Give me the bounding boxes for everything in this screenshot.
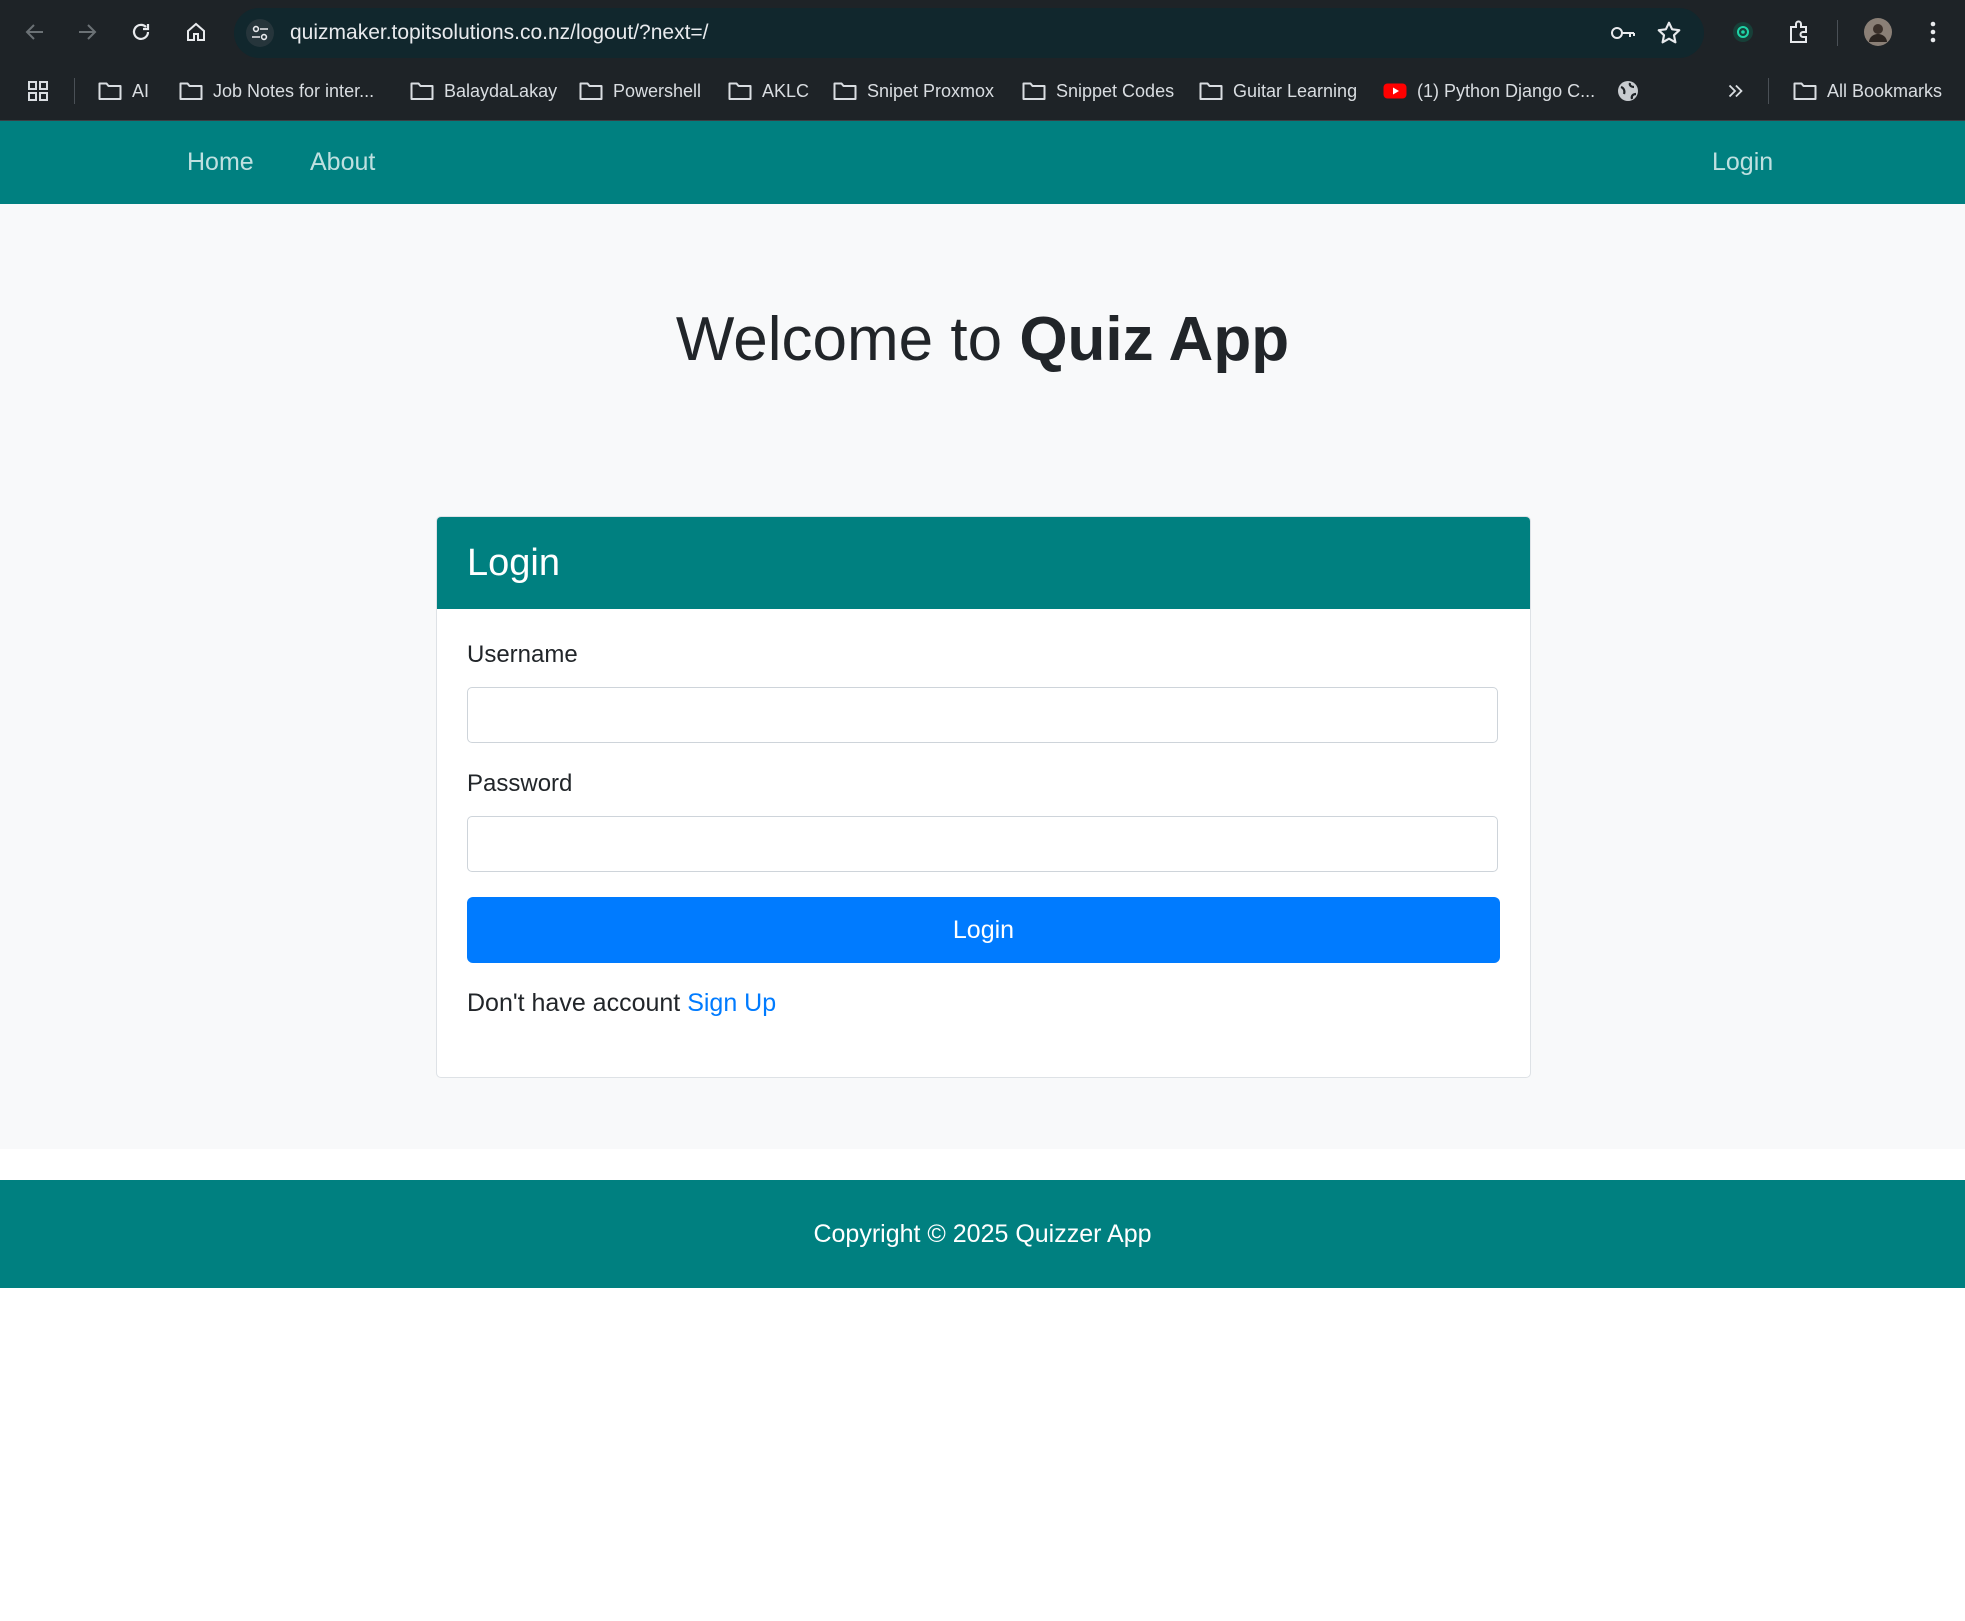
username-label: Username xyxy=(467,641,578,668)
bookmark-balaydalakay[interactable]: BalaydaLakay xyxy=(410,72,557,110)
bookmark-label: Guitar Learning xyxy=(1233,80,1358,101)
bookmarks-bar: AI Job Notes for inter... BalaydaLakay P… xyxy=(0,64,1965,121)
browser-chrome: quizmaker.topitsolutions.co.nz/logout/?n… xyxy=(0,0,1965,121)
extension-icon[interactable] xyxy=(1725,14,1761,50)
folder-icon xyxy=(728,82,752,100)
password-key-icon[interactable] xyxy=(1610,21,1636,45)
welcome-prefix: Welcome to xyxy=(675,305,1020,374)
site-navbar: Home About Login xyxy=(0,121,1965,204)
more-vertical-icon xyxy=(1930,21,1936,43)
login-submit-button[interactable]: Login xyxy=(467,897,1500,963)
home-icon xyxy=(187,22,205,41)
avatar-icon xyxy=(1864,18,1892,46)
folder-icon xyxy=(833,82,857,100)
bookmark-job-notes[interactable]: Job Notes for inter... xyxy=(179,72,374,110)
arrow-right-icon xyxy=(79,24,97,40)
bookmark-star-icon[interactable] xyxy=(1656,20,1682,46)
signup-link[interactable]: Sign Up xyxy=(687,989,776,1017)
browser-menu-button[interactable] xyxy=(1915,14,1951,50)
apps-button[interactable] xyxy=(26,72,60,110)
reload-button[interactable] xyxy=(121,12,161,52)
more-bookmarks-button[interactable] xyxy=(1724,72,1756,110)
chevron-double-right-icon xyxy=(1728,84,1743,98)
folder-icon xyxy=(1022,82,1046,100)
folder-icon xyxy=(579,82,603,100)
bookmark-powershell[interactable]: Powershell xyxy=(579,72,701,110)
nav-about-link[interactable]: About xyxy=(310,121,375,204)
arrow-left-icon xyxy=(25,24,43,40)
login-card-title: Login xyxy=(467,542,560,584)
folder-icon xyxy=(1199,82,1223,100)
browser-toolbar: quizmaker.topitsolutions.co.nz/logout/?n… xyxy=(0,0,1965,64)
extensions-puzzle-icon[interactable] xyxy=(1781,14,1817,50)
site-footer: Copyright © 2025 Quizzer App xyxy=(0,1180,1965,1288)
password-label: Password xyxy=(467,770,573,797)
site-settings-icon[interactable] xyxy=(246,19,274,47)
forward-button[interactable] xyxy=(67,12,107,52)
bookmark-guitar-learning[interactable]: Guitar Learning xyxy=(1199,72,1357,110)
folder-icon xyxy=(98,82,122,100)
bookmark-label: AI xyxy=(132,80,150,101)
bookmark-snipet-proxmox[interactable]: Snipet Proxmox xyxy=(833,72,994,110)
divider xyxy=(74,78,75,104)
username-input[interactable] xyxy=(467,687,1498,743)
signup-prompt-text: Don't have account xyxy=(467,989,688,1017)
bookmark-label: (1) Python Django C... xyxy=(1417,80,1596,101)
folder-icon xyxy=(1793,82,1817,100)
bookmark-snippet-codes[interactable]: Snippet Codes xyxy=(1022,72,1174,110)
apps-grid-icon xyxy=(28,81,48,101)
login-card: Login Username Password Login Don't have… xyxy=(436,516,1531,1078)
login-card-header: Login xyxy=(437,517,1530,609)
footer-copyright: Copyright © 2025 Quizzer App xyxy=(813,1220,1152,1248)
url-text[interactable]: quizmaker.topitsolutions.co.nz/logout/?n… xyxy=(290,8,709,58)
bookmark-label: Snipet Proxmox xyxy=(867,80,995,101)
nav-login-link[interactable]: Login xyxy=(1712,121,1773,204)
divider xyxy=(1837,20,1838,46)
nav-home-link[interactable]: Home xyxy=(187,121,254,204)
address-bar[interactable]: quizmaker.topitsolutions.co.nz/logout/?n… xyxy=(234,8,1704,58)
bookmark-label: Snippet Codes xyxy=(1056,80,1175,101)
welcome-heading: Welcome to Quiz App xyxy=(0,304,1965,375)
bookmark-ai[interactable]: AI xyxy=(98,72,149,110)
bookmark-label: Job Notes for inter... xyxy=(213,80,375,101)
profile-avatar[interactable] xyxy=(1860,14,1896,50)
globe-icon xyxy=(1618,81,1638,101)
bookmark-aklc[interactable]: AKLC xyxy=(728,72,809,110)
password-input[interactable] xyxy=(467,816,1498,872)
divider xyxy=(1768,78,1769,104)
app-name: Quiz App xyxy=(1019,305,1290,374)
all-bookmarks-label: All Bookmarks xyxy=(1827,80,1943,101)
all-bookmarks-button[interactable]: All Bookmarks xyxy=(1793,72,1942,110)
signup-prompt: Don't have account Sign Up xyxy=(467,989,776,1018)
bookmark-python-django[interactable]: (1) Python Django C... xyxy=(1383,72,1595,110)
folder-icon xyxy=(179,82,203,100)
bookmark-globe[interactable] xyxy=(1616,72,1650,110)
home-button[interactable] xyxy=(176,12,216,52)
youtube-icon xyxy=(1383,83,1407,99)
bookmark-label: BalaydaLakay xyxy=(444,80,558,101)
bookmark-label: Powershell xyxy=(613,80,702,101)
back-button[interactable] xyxy=(15,12,55,52)
bookmark-label: AKLC xyxy=(762,80,810,101)
reload-icon xyxy=(132,23,150,40)
folder-icon xyxy=(410,82,434,100)
